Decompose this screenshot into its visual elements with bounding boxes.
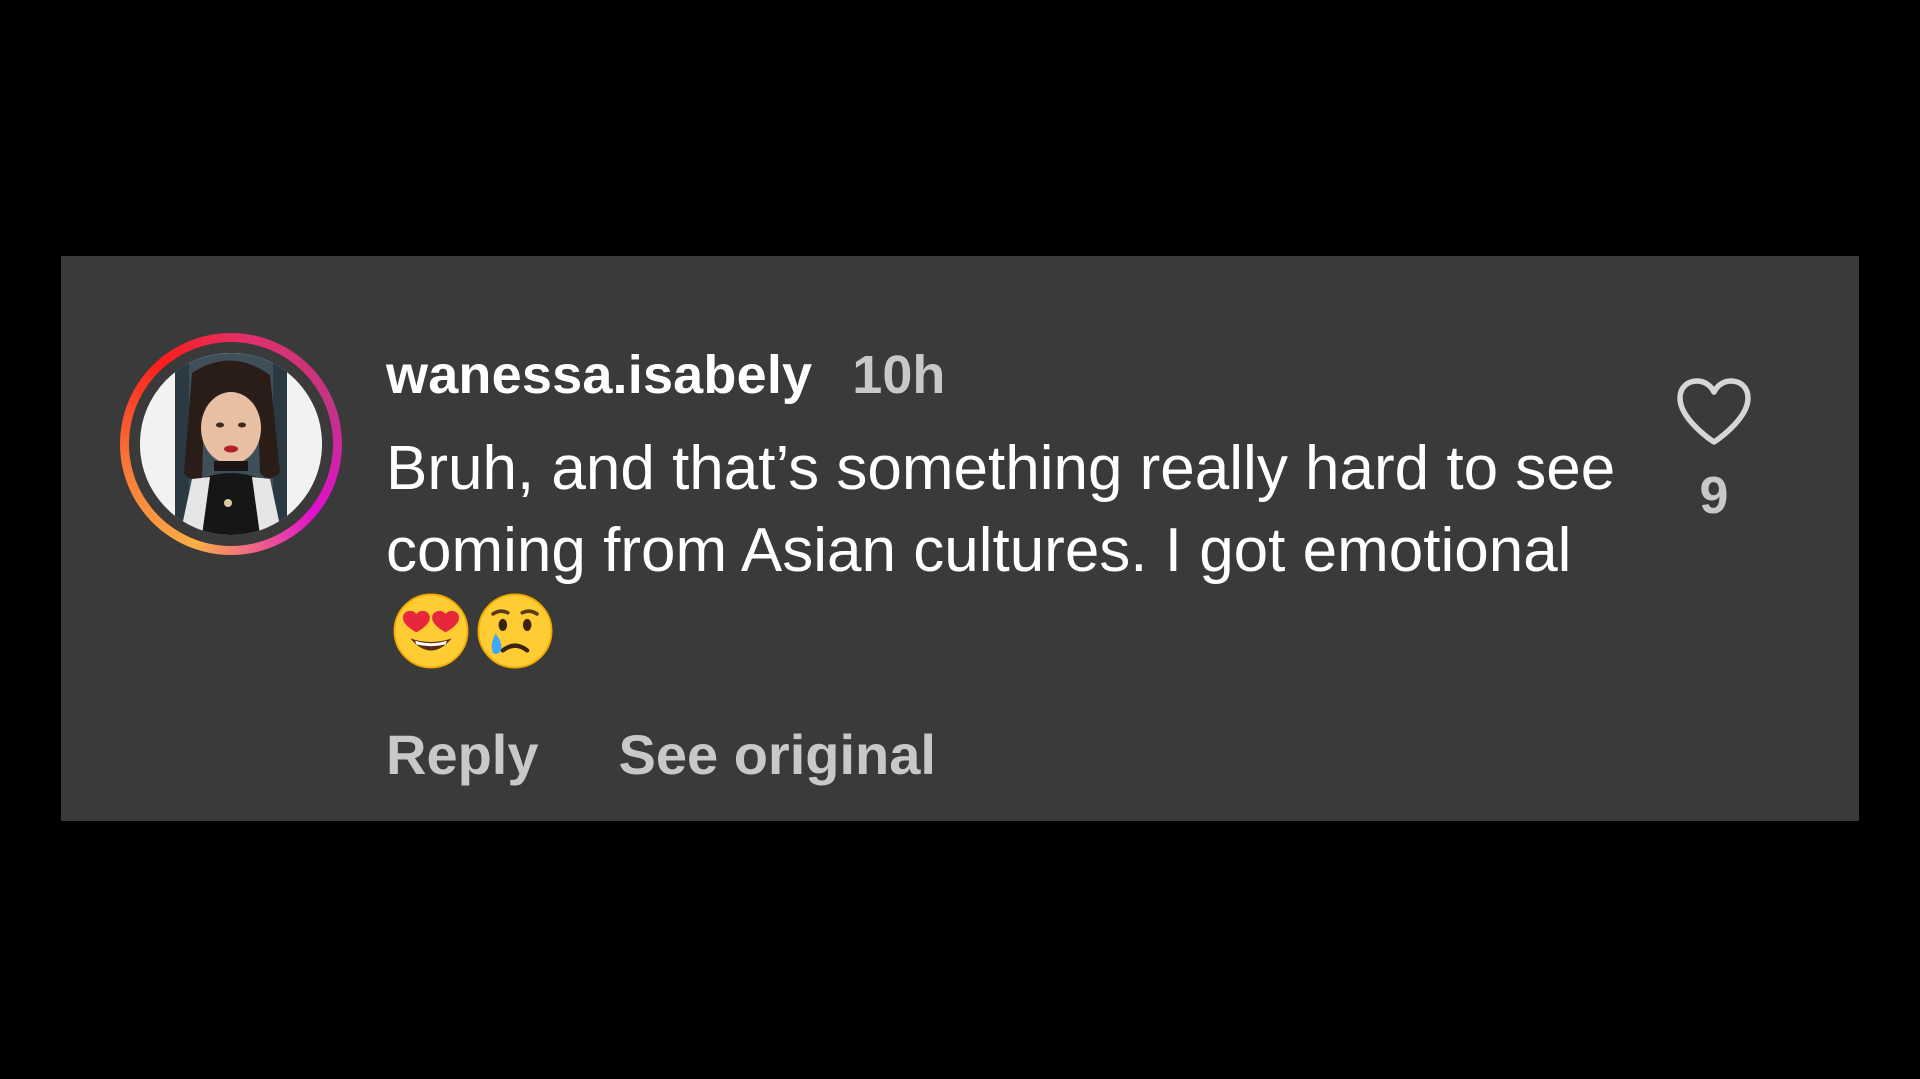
- like-area: 9: [1669, 376, 1759, 526]
- see-original-button[interactable]: See original: [619, 722, 936, 787]
- avatar-ring-gap: [129, 342, 333, 546]
- username[interactable]: wanessa.isabely: [386, 344, 812, 406]
- reply-button[interactable]: Reply: [386, 722, 539, 787]
- comment-card: wanessa.isabely 10h Bruh, and that’s som…: [61, 256, 1859, 821]
- avatar-photo: [140, 353, 322, 535]
- like-count: 9: [1699, 467, 1729, 525]
- crying-face-emoji: [477, 593, 553, 669]
- heart-eyes-emoji: [393, 593, 469, 669]
- avatar[interactable]: [140, 353, 322, 535]
- comment-meta: wanessa.isabely 10h: [386, 344, 1626, 414]
- comment-text-body: Bruh, and that’s something really hard t…: [386, 434, 1616, 585]
- comment-actions: Reply See original: [386, 722, 936, 787]
- heart-outline-icon[interactable]: [1674, 376, 1754, 448]
- avatar-story-ring[interactable]: [120, 333, 342, 555]
- comment-text: Bruh, and that’s something really hard t…: [386, 428, 1636, 677]
- comment-body: wanessa.isabely 10h Bruh, and that’s som…: [386, 344, 1626, 677]
- timestamp: 10h: [852, 345, 946, 405]
